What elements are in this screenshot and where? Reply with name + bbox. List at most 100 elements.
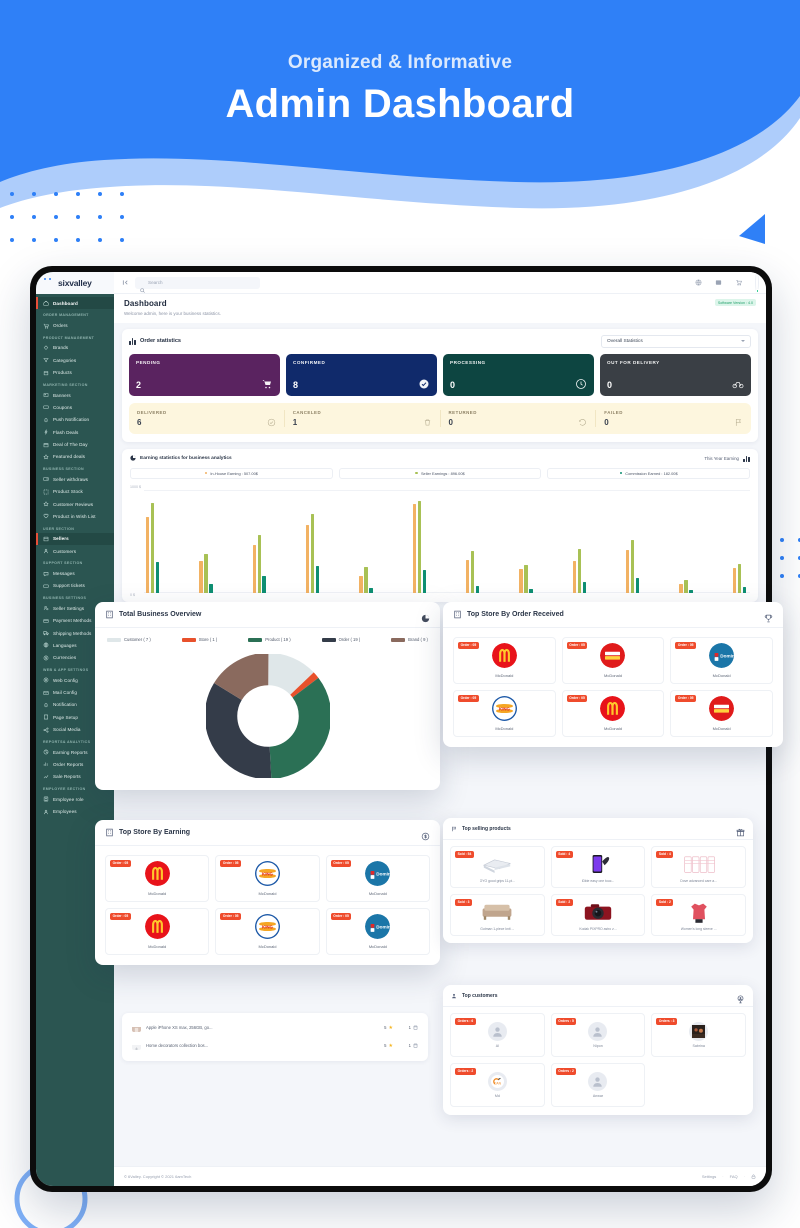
latest-reviews-list: Apple iPhone XS max, 256GB, go...5★1Home…	[122, 1013, 428, 1061]
donut-slice	[221, 669, 315, 763]
customer-tile[interactable]: Orders : 2CANMd	[450, 1063, 545, 1107]
sidebar-item-customers[interactable]: Customers	[36, 545, 114, 557]
sidebar-item-dashboard[interactable]: Dashboard	[36, 297, 114, 309]
legend-label: Commission Earned : 182.00$	[625, 471, 677, 476]
sidebar-item-brands[interactable]: Brands	[36, 342, 114, 354]
stat-card-failed[interactable]: FAILED0	[596, 410, 751, 427]
bar-groups	[146, 491, 746, 593]
product-tile[interactable]: Sold : 4iDkte easy one touc...	[551, 846, 646, 888]
store-tile[interactable]: Order : 05McDonald	[670, 690, 773, 737]
collapse-icon[interactable]	[122, 279, 129, 286]
bar	[631, 540, 634, 593]
clock-icon	[575, 378, 587, 390]
store-tile[interactable]: Order : 05KINGMcDonald	[215, 908, 319, 955]
product-name: OYO good grips 11-pi...	[480, 879, 515, 883]
product-tile[interactable]: Sold : 2Women's long sleeve ...	[651, 894, 746, 936]
stat-card-confirmed[interactable]: CONFIRMED8	[286, 354, 437, 396]
customer-tile[interactable]: Orders : 3Sabrina	[651, 1013, 746, 1057]
product-tile[interactable]: Sold : 3Gutman 1-piece knit ...	[450, 894, 545, 936]
earning-statistics-card: Earning statistics for business analytic…	[122, 449, 758, 602]
sidebar-item-products[interactable]: Products	[36, 367, 114, 379]
product-tile[interactable]: Sold : 54OYO good grips 11-pi...	[450, 846, 545, 888]
sidebar-item-label: Customers	[53, 549, 76, 554]
product-tile[interactable]: Sold : 2Kodak PIXPRO astro z...	[551, 894, 646, 936]
user-icon	[588, 1072, 607, 1091]
customer-tile[interactable]: Orders : 6Al	[450, 1013, 545, 1057]
stat-card-out-for-delivery[interactable]: OUT FOR DELIVERY0	[600, 354, 751, 396]
store-order-badge: Order : 05	[567, 642, 588, 649]
sidebar-item-orders[interactable]: Orders	[36, 319, 114, 331]
overview-legend-item: Brand ( 9 )	[391, 637, 428, 642]
mcdonalds-logo	[492, 643, 517, 668]
store-tile[interactable]: Order : 05McDonald	[105, 855, 209, 902]
sidebar-item-banners[interactable]: Banners	[36, 389, 114, 401]
mcdonalds-logo	[145, 914, 170, 939]
sidebar-item-flash-deals[interactable]: Flash Deals	[36, 426, 114, 438]
search-input[interactable]: Search	[135, 277, 260, 289]
sidebar-item-messages[interactable]: Messages	[36, 567, 114, 579]
sidebar-item-sellers[interactable]: Sellers	[36, 533, 114, 545]
sidebar-section-label: MARKETING SECTION	[36, 379, 114, 389]
customer-tile[interactable]: Orders : 2Anwar	[551, 1063, 646, 1107]
customer-orders-badge: Orders : 6	[455, 1018, 476, 1025]
phone-thumb	[132, 1023, 141, 1032]
sidebar-item-deal-of-the-day[interactable]: Deal of The Day	[36, 438, 114, 450]
stat-card-value: 1	[293, 418, 321, 427]
wallet-icon	[43, 476, 49, 482]
sidebar-item-label: Notification	[53, 702, 77, 707]
statistics-filter-select[interactable]: Overall Statistics	[601, 335, 751, 348]
sidebar-item-seller-withdraws[interactable]: Seller withdraws	[36, 473, 114, 485]
stat-card-pending[interactable]: PENDING2	[129, 354, 280, 396]
stat-card-canceled[interactable]: CANCELED1	[285, 410, 441, 427]
store-order-badge: Order : 05	[675, 642, 696, 649]
cart-icon[interactable]	[734, 279, 742, 287]
sidebar-item-customer-reviews[interactable]: Customer Reviews	[36, 498, 114, 510]
store-tile[interactable]: Order : 05KINGMcDonald	[453, 690, 556, 737]
review-row[interactable]: Home decorators collection bos...5★1	[130, 1037, 420, 1055]
store-tile[interactable]: Order : 05DominoMcDonald	[326, 908, 430, 955]
store-tile[interactable]: Order : 05DominoMcDonald	[670, 637, 773, 684]
primary-stat-row: PENDING2CONFIRMED8PROCESSING0OUT FOR DEL…	[129, 354, 751, 396]
store-tile[interactable]: Order : 05McDonald	[105, 908, 209, 955]
bar	[573, 561, 576, 593]
footer-link-faq[interactable]: FAQ	[730, 1174, 738, 1179]
legend-color-dot	[205, 472, 208, 475]
stat-card-processing[interactable]: PROCESSING0	[443, 354, 594, 396]
product-tile[interactable]: Sold : 4Dove advanced care a...	[651, 846, 746, 888]
sidebar-item-product-in-wish-list[interactable]: Product in Wish List	[36, 510, 114, 522]
sidebar-item-employee-role[interactable]: Employee role	[36, 793, 114, 805]
avatar[interactable]	[756, 274, 758, 292]
customer-tile[interactable]: Orders : 5Nipon	[551, 1013, 646, 1057]
earning-range[interactable]: This Year Earning	[704, 455, 750, 462]
review-row[interactable]: Apple iPhone XS max, 256GB, go...5★1	[130, 1019, 420, 1037]
cart-icon	[43, 323, 49, 329]
overview-legend-item: Order ( 19 )	[322, 637, 361, 642]
stat-card-delivered[interactable]: DELIVERED6	[129, 410, 285, 427]
language-icon[interactable]	[714, 279, 722, 287]
sidebar-item-employees[interactable]: Employees	[36, 805, 114, 817]
footer-link-settings[interactable]: Settings	[702, 1174, 716, 1179]
store-tile[interactable]: Order : 05DominoMcDonald	[326, 855, 430, 902]
overview-legend-item: Store ( 1 )	[182, 637, 218, 642]
sidebar-item-featured-deals[interactable]: Featured deals	[36, 451, 114, 463]
sidebar-item-coupons[interactable]: Coupons	[36, 401, 114, 413]
star-icon: ★	[389, 1043, 393, 1049]
brand-logo-area[interactable]: sixvalley	[36, 272, 114, 294]
stat-card-returned[interactable]: RETURNED0	[441, 410, 597, 427]
store-name: McDonald	[258, 891, 276, 896]
sidebar-item-push-notification[interactable]: Push Notification	[36, 414, 114, 426]
sidebar-item-support-tickets[interactable]: Support tickets	[36, 580, 114, 592]
store-tile[interactable]: Order : 05McDonald	[453, 637, 556, 684]
store-order-grid: Order : 05McDonaldOrder : 05McDonaldOrde…	[453, 637, 773, 737]
store-tile[interactable]: Order : 05 McDonald	[562, 637, 665, 684]
earning-range-label: This Year Earning	[704, 456, 739, 461]
earning-legend: In-House Earning : 507.00$Seller Earning…	[130, 468, 750, 479]
sidebar-item-product-stock[interactable]: Product Stock	[36, 486, 114, 498]
store-tile[interactable]: Order : 05KINGMcDonald	[215, 855, 319, 902]
store-tile[interactable]: Order : 05McDonald	[562, 690, 665, 737]
store-name: McDonald	[604, 673, 622, 678]
svg-text:KING: KING	[499, 706, 511, 711]
globe-icon[interactable]	[694, 279, 702, 287]
box-icon	[43, 370, 49, 376]
sidebar-item-categories[interactable]: Categories	[36, 354, 114, 366]
